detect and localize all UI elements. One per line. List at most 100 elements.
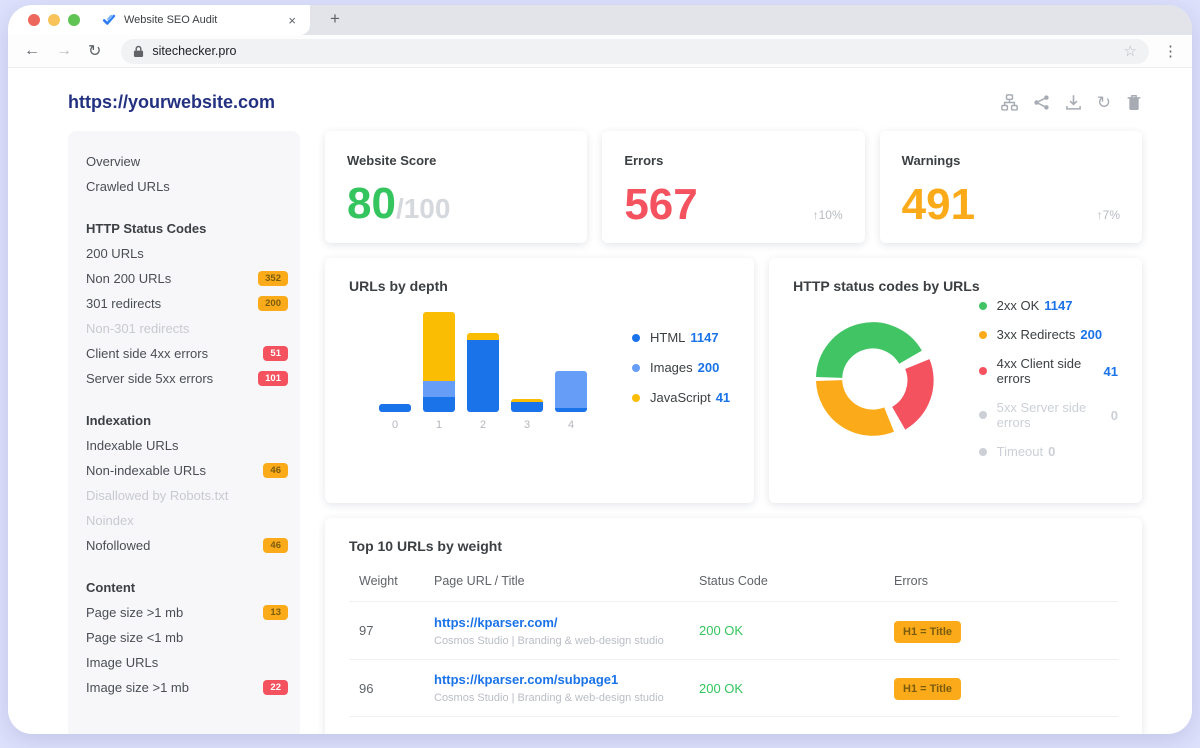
donut-segment-4xx-client-side-errors[interactable] <box>899 364 921 418</box>
donut-segment-2xx-ok[interactable] <box>829 335 910 377</box>
download-icon[interactable] <box>1065 94 1082 111</box>
bar-depth-3[interactable] <box>511 399 543 412</box>
report-sidebar: OverviewCrawled URLsHTTP Status Codes200… <box>68 131 300 734</box>
reload-icon[interactable]: ↻ <box>88 41 101 61</box>
tab-area: Website SEO Audit × <box>8 5 310 35</box>
sidebar-item-server-side-5xx-errors[interactable]: Server side 5xx errors101 <box>86 366 288 391</box>
bookmark-star-icon[interactable]: ☆ <box>1124 42 1137 60</box>
sidebar-item-page-size-1-mb[interactable]: Page size <1 mb <box>86 625 288 650</box>
bar-x-tick: 0 <box>379 419 411 431</box>
table-title: Top 10 URLs by weight <box>349 538 1118 554</box>
share-icon[interactable] <box>1033 94 1050 111</box>
legend-dot-icon <box>979 331 987 339</box>
legend-item-2xx-ok: 2xx OK 1147 <box>979 298 1118 313</box>
trash-icon[interactable] <box>1126 94 1142 111</box>
sidebar-item-overview[interactable]: Overview <box>86 149 288 174</box>
table-body: 97https://kparser.com/Cosmos Studio | Br… <box>349 601 1118 717</box>
legend-value: 0 <box>1111 408 1118 423</box>
legend-label: 2xx OK <box>997 298 1040 313</box>
sidebar-item-image-urls[interactable]: Image URLs <box>86 650 288 675</box>
bar-chart-legend: HTML1147Images200JavaScript41 <box>632 330 730 405</box>
sidebar-item-label: Overview <box>86 154 140 169</box>
count-badge: 101 <box>258 371 288 387</box>
browser-menu-icon[interactable]: ⋮ <box>1163 42 1178 60</box>
card-label: Warnings <box>902 153 1120 168</box>
error-badge[interactable]: H1 = Title <box>894 621 961 643</box>
sidebar-item-label: Indexable URLs <box>86 438 179 453</box>
sidebar-item-non-indexable-urls[interactable]: Non-indexable URLs46 <box>86 458 288 483</box>
sidebar-item-301-redirects[interactable]: 301 redirects200 <box>86 291 288 316</box>
cell-status-code: 200 OK <box>699 623 894 638</box>
bar-segment-html <box>379 404 411 412</box>
legend-value: 200 <box>1080 327 1102 342</box>
sidebar-item-crawled-urls[interactable]: Crawled URLs <box>86 174 288 199</box>
sidebar-item-page-size-1-mb[interactable]: Page size >1 mb13 <box>86 600 288 625</box>
bar-x-tick: 1 <box>423 419 455 431</box>
count-badge: 13 <box>263 605 288 621</box>
sidebar-item-label: Page size <1 mb <box>86 630 183 645</box>
bar-x-tick: 4 <box>555 419 587 431</box>
sidebar-item-client-side-4xx-errors[interactable]: Client side 4xx errors51 <box>86 341 288 366</box>
card-label: Website Score <box>347 153 565 168</box>
legend-value: 0 <box>1048 444 1055 459</box>
legend-value: 1147 <box>1044 298 1072 313</box>
legend-item-timeout: Timeout 0 <box>979 444 1118 459</box>
header-actions: ↻ <box>1001 94 1142 111</box>
sidebar-item-label: Nofollowed <box>86 538 150 553</box>
sidebar-section-header: HTTP Status Codes <box>86 216 288 241</box>
sidebar-item-indexable-urls[interactable]: Indexable URLs <box>86 433 288 458</box>
legend-item-5xx-server-side-errors: 5xx Server side errors0 <box>979 400 1118 430</box>
sidebar-section: HTTP Status Codes200 URLsNon 200 URLs352… <box>86 216 288 391</box>
sidebar-section: IndexationIndexable URLsNon-indexable UR… <box>86 408 288 558</box>
tab-close-icon[interactable]: × <box>288 13 296 28</box>
http-status-codes-card: HTTP status codes by URLs 2xx OK 1147 3xx … <box>769 258 1142 503</box>
maximize-window-icon[interactable] <box>68 14 80 26</box>
url-text[interactable]: sitechecker.pro <box>152 44 1123 58</box>
legend-dot-icon <box>979 411 987 419</box>
bar-depth-2[interactable] <box>467 333 499 412</box>
sidebar-item-200-urls[interactable]: 200 URLs <box>86 241 288 266</box>
sidebar-item-disallowed-by-robots-txt: Disallowed by Robots.txt <box>86 483 288 508</box>
sidebar-item-label: Image size >1 mb <box>86 680 189 695</box>
page-url-link[interactable]: https://kparser.com/subpage1 <box>434 672 699 687</box>
bar-depth-0[interactable] <box>379 404 411 412</box>
legend-item-3xx-redirects: 3xx Redirects200 <box>979 327 1118 342</box>
count-badge: 352 <box>258 271 288 287</box>
page-title-subtext: Cosmos Studio | Branding & web-design st… <box>434 635 699 647</box>
address-bar[interactable]: sitechecker.pro ☆ <box>121 39 1149 64</box>
legend-label: Images <box>650 360 693 375</box>
cell-errors: H1 = Title <box>894 679 1118 697</box>
back-icon[interactable]: ← <box>24 42 40 60</box>
count-badge: 200 <box>258 296 288 312</box>
error-badge[interactable]: H1 = Title <box>894 678 961 700</box>
minimize-window-icon[interactable] <box>48 14 60 26</box>
column-header-status-code: Status Code <box>699 574 894 588</box>
donut-segment-3xx-redirects[interactable] <box>829 380 889 422</box>
browser-window: Website SEO Audit × + ← → ↻ sitechecker.… <box>8 5 1192 734</box>
new-tab-button[interactable]: + <box>330 9 340 29</box>
status-codes-donut-chart <box>809 306 936 452</box>
close-window-icon[interactable] <box>28 14 40 26</box>
sidebar-item-non-200-urls[interactable]: Non 200 URLs352 <box>86 266 288 291</box>
warnings-card: Warnings 491 ↑7% <box>880 131 1142 243</box>
page-header: https://yourwebsite.com <box>68 92 1142 113</box>
refresh-icon[interactable]: ↻ <box>1097 95 1111 111</box>
bar-segment-html <box>467 340 499 412</box>
count-badge: 46 <box>263 463 288 479</box>
cell-weight: 97 <box>349 623 434 638</box>
sidebar-item-label: Noindex <box>86 513 134 528</box>
count-badge: 51 <box>263 346 288 362</box>
forward-icon[interactable]: → <box>56 42 72 60</box>
legend-dot-icon <box>979 448 987 456</box>
favicon-check-icon <box>102 13 116 27</box>
page-url-link[interactable]: https://kparser.com/ <box>434 615 699 630</box>
tab-website-seo-audit[interactable]: Website SEO Audit × <box>102 13 310 28</box>
sidebar-item-nofollowed[interactable]: Nofollowed46 <box>86 533 288 558</box>
bar-depth-1[interactable] <box>423 312 455 412</box>
sidebar-item-image-size-1-mb[interactable]: Image size >1 mb22 <box>86 675 288 700</box>
bar-depth-4[interactable] <box>555 371 587 412</box>
legend-label: Timeout <box>997 444 1043 459</box>
sitemap-icon[interactable] <box>1001 94 1018 111</box>
chart-title: HTTP status codes by URLs <box>793 278 1118 294</box>
legend-item-4xx-client-side-errors: 4xx Client side errors41 <box>979 356 1118 386</box>
